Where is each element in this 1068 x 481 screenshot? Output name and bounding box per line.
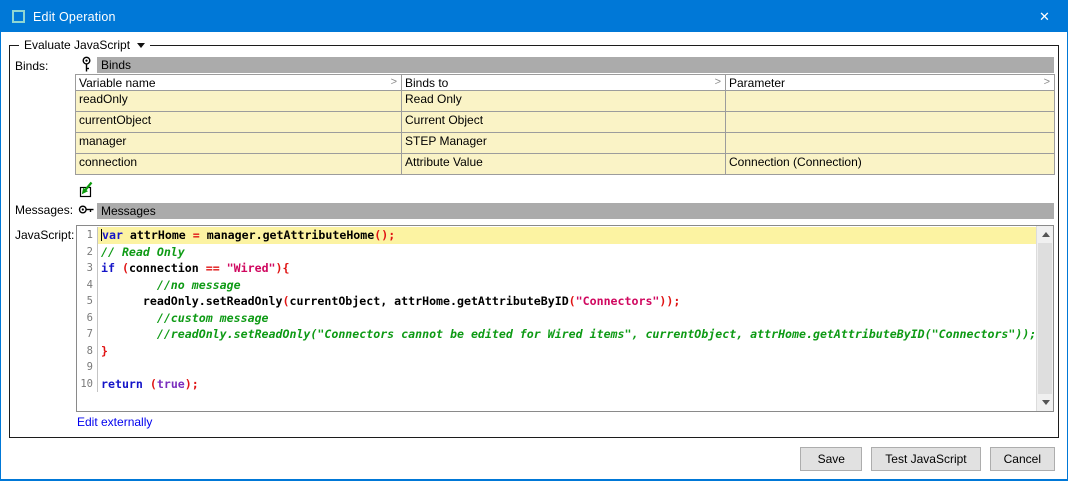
column-header-binds-to[interactable]: Binds to> xyxy=(402,75,726,91)
code-line-text[interactable]: readOnly.setReadOnly(currentObject, attr… xyxy=(98,293,1036,310)
binds-label: Binds: xyxy=(15,59,48,73)
bind-cell-parameter[interactable] xyxy=(726,91,1055,112)
code-line-text[interactable]: //custom message xyxy=(98,310,1036,327)
line-number: 7 xyxy=(77,326,98,343)
binds-table[interactable]: Variable name>Binds to>Parameter> readOn… xyxy=(75,74,1055,175)
code-line[interactable]: 3if (connection == "Wired"){ xyxy=(77,260,1036,277)
bind-cell-parameter[interactable] xyxy=(726,133,1055,154)
add-bind-button[interactable] xyxy=(77,181,94,198)
edit-externally-link[interactable]: Edit externally xyxy=(77,415,152,429)
line-number: 8 xyxy=(77,343,98,360)
code-line[interactable]: 9 xyxy=(77,359,1036,376)
binds-header-bar: Binds xyxy=(97,57,1054,73)
code-line-text[interactable]: } xyxy=(98,343,1036,360)
javascript-label: JavaScript: xyxy=(15,228,74,242)
code-area[interactable]: 1var attrHome = manager.getAttributeHome… xyxy=(77,227,1036,411)
line-number: 6 xyxy=(77,310,98,327)
bind-cell-binds_to[interactable]: Current Object xyxy=(402,112,726,133)
code-line[interactable]: 7 //readOnly.setReadOnly("Connectors can… xyxy=(77,326,1036,343)
vertical-scrollbar[interactable] xyxy=(1036,226,1053,411)
code-line[interactable]: 2// Read Only xyxy=(77,244,1036,261)
bind-cell-parameter[interactable]: Connection (Connection) xyxy=(726,154,1055,175)
column-header-parameter[interactable]: Parameter> xyxy=(726,75,1055,91)
code-line[interactable]: 5 readOnly.setReadOnly(currentObject, at… xyxy=(77,293,1036,310)
scroll-up-icon[interactable] xyxy=(1037,226,1054,243)
dialog-button-row: Save Test JavaScript Cancel xyxy=(800,447,1055,471)
code-line[interactable]: 6 //custom message xyxy=(77,310,1036,327)
window-title: Edit Operation xyxy=(33,10,116,24)
binds-table-header-row: Variable name>Binds to>Parameter> xyxy=(76,75,1055,91)
bind-cell-variable[interactable]: currentObject xyxy=(76,112,402,133)
code-line-text[interactable]: //readOnly.setReadOnly("Connectors canno… xyxy=(98,326,1036,343)
bind-cell-binds_to[interactable]: Read Only xyxy=(402,91,726,112)
line-number: 9 xyxy=(77,359,98,376)
bind-cell-variable[interactable]: connection xyxy=(76,154,402,175)
line-number: 2 xyxy=(77,244,98,261)
test-javascript-button[interactable]: Test JavaScript xyxy=(871,447,980,471)
insert-bind-icon xyxy=(77,181,94,198)
bind-row[interactable]: currentObjectCurrent Object xyxy=(76,112,1055,133)
line-number: 3 xyxy=(77,260,98,277)
chevron-down-icon[interactable] xyxy=(137,43,145,48)
column-expand-icon[interactable]: > xyxy=(1044,76,1050,88)
bind-cell-variable[interactable]: manager xyxy=(76,133,402,154)
line-number: 1 xyxy=(77,227,98,244)
close-icon[interactable]: ✕ xyxy=(1022,1,1067,32)
code-line[interactable]: 8} xyxy=(77,343,1036,360)
save-button[interactable]: Save xyxy=(800,447,862,471)
code-line-text[interactable]: return (true); xyxy=(98,376,1036,393)
line-number: 10 xyxy=(77,376,98,393)
bind-row[interactable]: connectionAttribute ValueConnection (Con… xyxy=(76,154,1055,175)
code-line-text[interactable]: // Read Only xyxy=(98,244,1036,261)
bind-row[interactable]: managerSTEP Manager xyxy=(76,133,1055,154)
messages-label: Messages: xyxy=(15,203,73,217)
edit-operation-dialog: Edit Operation ✕ Evaluate JavaScript Bin… xyxy=(0,0,1068,481)
scrollbar-thumb[interactable] xyxy=(1038,243,1052,394)
operation-type-dropdown[interactable]: Evaluate JavaScript xyxy=(19,38,150,52)
messages-key-icon xyxy=(78,202,95,219)
line-number: 4 xyxy=(77,277,98,294)
code-line[interactable]: 10return (true); xyxy=(77,376,1036,393)
code-editor[interactable]: 1var attrHome = manager.getAttributeHome… xyxy=(76,225,1054,412)
binds-key-icon xyxy=(78,56,95,73)
code-line-text[interactable]: //no message xyxy=(98,277,1036,294)
column-expand-icon[interactable]: > xyxy=(715,76,721,88)
code-line-text[interactable]: var attrHome = manager.getAttributeHome(… xyxy=(98,227,1036,244)
line-number: 5 xyxy=(77,293,98,310)
code-line-text[interactable] xyxy=(98,359,1036,376)
title-bar[interactable]: Edit Operation ✕ xyxy=(1,1,1067,32)
scroll-down-icon[interactable] xyxy=(1037,394,1054,411)
column-header-variable-name[interactable]: Variable name> xyxy=(76,75,402,91)
app-icon xyxy=(12,10,25,23)
binds-section-header: Binds xyxy=(78,56,1054,73)
bind-cell-binds_to[interactable]: STEP Manager xyxy=(402,133,726,154)
bind-cell-variable[interactable]: readOnly xyxy=(76,91,402,112)
messages-section-header: Messages xyxy=(78,202,1054,219)
cancel-button[interactable]: Cancel xyxy=(990,447,1055,471)
bind-row[interactable]: readOnlyRead Only xyxy=(76,91,1055,112)
code-line-text[interactable]: if (connection == "Wired"){ xyxy=(98,260,1036,277)
bind-cell-binds_to[interactable]: Attribute Value xyxy=(402,154,726,175)
column-expand-icon[interactable]: > xyxy=(391,76,397,88)
code-line[interactable]: 4 //no message xyxy=(77,277,1036,294)
code-line[interactable]: 1var attrHome = manager.getAttributeHome… xyxy=(77,227,1036,244)
bind-cell-parameter[interactable] xyxy=(726,112,1055,133)
messages-header-bar: Messages xyxy=(97,203,1054,219)
operation-type-label: Evaluate JavaScript xyxy=(24,38,130,52)
